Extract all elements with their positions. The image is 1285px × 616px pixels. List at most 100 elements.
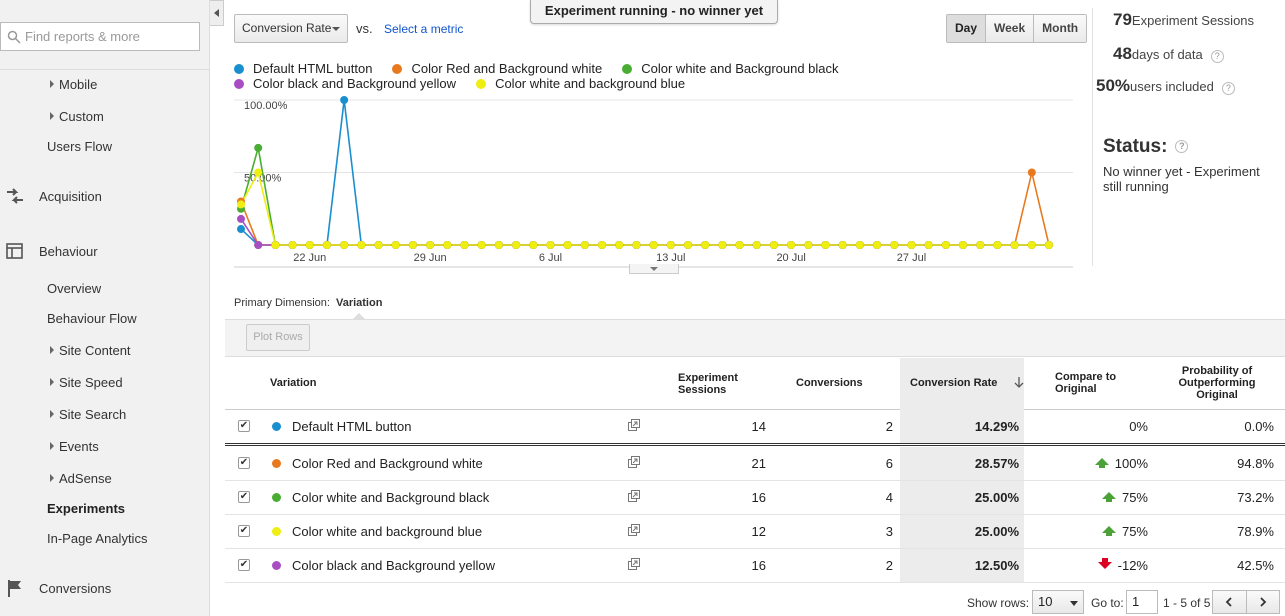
col-conversions[interactable]: Conversions — [796, 377, 863, 389]
data-point — [254, 143, 263, 152]
legend-dot — [234, 78, 244, 89]
sidebar-item-experiments[interactable]: Experiments — [47, 501, 125, 516]
data-point — [890, 241, 899, 249]
open-external-icon[interactable] — [628, 524, 640, 536]
row-checkbox[interactable]: ✔ — [238, 491, 250, 503]
open-external-icon[interactable] — [628, 558, 640, 570]
legend-label: Color black and Background yellow — [253, 76, 457, 91]
series-line — [240, 172, 1050, 246]
goto-page-input[interactable]: 1 — [1126, 590, 1158, 614]
data-point — [494, 241, 503, 249]
open-external-icon[interactable] — [628, 456, 640, 468]
sidebar-item-behaviour-flow[interactable]: Behaviour Flow — [47, 311, 137, 326]
metric-select-value: Conversion Rate — [242, 21, 332, 35]
chart-expand-handle[interactable] — [629, 264, 679, 274]
data-point — [254, 241, 263, 249]
data-point — [254, 168, 263, 177]
col-probability[interactable]: Probability of Outperforming Original — [1172, 365, 1262, 401]
legend-label: Color white and Background black — [641, 61, 839, 76]
sidebar-item-mobile[interactable]: Mobile — [50, 77, 97, 92]
row-conversion-rate: 14.29% — [974, 419, 1019, 434]
sidebar-divider — [0, 69, 210, 70]
x-tick-label: 20 Jul — [776, 252, 805, 264]
data-point — [941, 241, 950, 249]
col-sessions[interactable]: Experiment Sessions — [678, 372, 748, 396]
stat-sessions-number: 79 — [1113, 10, 1132, 29]
row-variation[interactable]: Color black and Background yellow — [292, 558, 495, 573]
data-point — [993, 241, 1002, 249]
sidebar-section-acquisition[interactable]: Acquisition — [0, 186, 102, 206]
sidebar-collapse-button[interactable] — [210, 0, 224, 26]
row-conversions: 2 — [885, 558, 893, 573]
period-toggle: Day Week Month — [946, 14, 1088, 43]
metric-select[interactable]: Conversion Rate — [234, 14, 348, 43]
col-variation[interactable]: Variation — [270, 377, 316, 389]
help-icon[interactable]: ? — [1221, 82, 1235, 95]
col-conversion-rate[interactable]: Conversion Rate — [910, 377, 1024, 389]
row-variation[interactable]: Color Red and Background white — [292, 456, 483, 471]
stat-users-number: 50% — [1096, 76, 1131, 95]
row-variation[interactable]: Default HTML button — [292, 419, 411, 434]
help-icon[interactable]: ? — [1175, 140, 1189, 154]
sidebar-item-overview[interactable]: Overview — [47, 281, 101, 296]
data-point — [701, 241, 710, 249]
legend-dot — [476, 78, 487, 89]
sidebar-item-custom[interactable]: Custom — [50, 109, 104, 124]
series-line — [240, 147, 1049, 246]
help-icon[interactable]: ? — [1210, 50, 1224, 63]
open-external-icon[interactable] — [628, 490, 640, 502]
row-probability: 78.9% — [1237, 524, 1274, 539]
row-checkbox[interactable]: ✔ — [238, 457, 250, 469]
col-compare[interactable]: Compare to Original — [1055, 371, 1135, 395]
legend-dot — [622, 63, 633, 74]
data-point — [873, 241, 882, 249]
select-metric-link[interactable]: Select a metric — [384, 22, 463, 36]
next-page-button[interactable] — [1246, 591, 1279, 613]
table-row: ✔ Color Red and Background white 21 6 28… — [225, 447, 1285, 481]
row-color-dot — [272, 561, 281, 570]
open-external-icon[interactable] — [628, 419, 640, 431]
data-point — [924, 241, 933, 249]
search-box[interactable]: Find reports & more — [0, 22, 200, 51]
row-probability: 0.0% — [1244, 419, 1274, 434]
rows-per-page-value: 10 — [1038, 594, 1053, 609]
period-month-button[interactable]: Month — [1033, 15, 1087, 42]
data-point — [683, 241, 692, 249]
acquisition-icon — [7, 188, 23, 204]
stat-days-number: 48 — [1113, 44, 1132, 63]
period-day-button[interactable]: Day — [947, 15, 986, 42]
row-compare-value: -12% — [1117, 558, 1148, 573]
prev-page-button[interactable] — [1213, 591, 1247, 613]
rows-per-page-select[interactable]: 10 — [1032, 590, 1084, 614]
plot-rows-button[interactable]: Plot Rows — [246, 324, 310, 351]
stat-days: 48 days of data ? — [1113, 44, 1224, 64]
primary-dimension-value[interactable]: Variation — [336, 297, 382, 309]
row-checkbox[interactable]: ✔ — [238, 420, 250, 432]
row-conversions: 3 — [885, 524, 893, 539]
sidebar-section-behaviour[interactable]: Behaviour — [0, 241, 98, 261]
behaviour-label: Behaviour — [39, 243, 98, 259]
sidebar-item-site-content[interactable]: Site Content — [50, 343, 131, 358]
chevron-left-icon — [214, 9, 219, 17]
table-row: ✔ Color black and Background yellow 16 2… — [225, 549, 1285, 583]
data-point — [391, 241, 400, 249]
sidebar-item-site-search[interactable]: Site Search — [50, 407, 126, 422]
row-variation[interactable]: Color white and Background black — [292, 490, 489, 505]
row-variation[interactable]: Color white and background blue — [292, 524, 482, 539]
sidebar-item-in-page-analytics[interactable]: In-Page Analytics — [47, 531, 147, 546]
sidebar-item-adsense[interactable]: AdSense — [50, 471, 112, 486]
y-tick-label: 100.00% — [244, 100, 288, 112]
period-week-button[interactable]: Week — [985, 15, 1034, 42]
sidebar-item-site-speed[interactable]: Site Speed — [50, 375, 123, 390]
row-checkbox[interactable]: ✔ — [238, 525, 250, 537]
data-point — [838, 241, 847, 249]
row-color-dot — [272, 459, 281, 468]
row-checkbox[interactable]: ✔ — [238, 559, 250, 571]
row-compare: 100% — [1075, 456, 1148, 471]
sidebar-item-users-flow[interactable]: Users Flow — [47, 139, 112, 154]
row-color-dot — [272, 527, 281, 536]
chart-legend-row-1: Default HTML button Color Red and Backgr… — [234, 61, 859, 76]
sidebar-section-conversions[interactable]: Conversions — [0, 578, 111, 598]
sidebar-item-events[interactable]: Events — [50, 439, 99, 454]
app-root: Find reports & more Mobile Custom Users … — [0, 0, 1285, 616]
